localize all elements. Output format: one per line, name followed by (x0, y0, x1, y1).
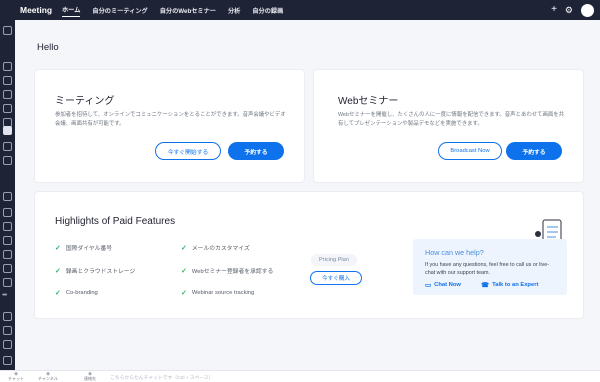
chat-now-label: Chat Now (434, 282, 461, 288)
check-icon: ✓ (181, 290, 187, 297)
feature-label: 国際ダイヤル番号 (65, 246, 113, 252)
channel-tab-label: チャンネル (38, 376, 58, 381)
nav-my-recordings[interactable]: 自分の録画 (252, 4, 283, 17)
chat-input[interactable]: こちらからたんチャットです（Ctrl + スペース） (110, 374, 213, 381)
plus-icon[interactable]: + (551, 3, 557, 17)
main-nav: ホーム 自分のミーティング 自分のWebセミナー 分析 自分の録画 (62, 3, 283, 17)
help-description: If you have any questions, feel free to … (425, 262, 550, 276)
feature-item: ✓ 国際ダイヤル番号 (55, 243, 113, 253)
check-icon: ✓ (55, 267, 61, 275)
link-icon[interactable] (3, 62, 12, 71)
message-icon[interactable] (3, 222, 12, 231)
zoom-icon[interactable] (3, 326, 12, 335)
chat-tab[interactable]: ◆ チャット (4, 372, 28, 381)
feature-item: ✓ Co-branding (55, 289, 98, 297)
nav-my-webinars[interactable]: 自分のWebセミナー (160, 4, 216, 17)
help-icon[interactable] (3, 340, 12, 349)
webinar-icon[interactable] (3, 126, 12, 135)
webinar-card-description: Webセミナーを開催し、たくさんの人に一度に情報を配信できます。音声とあわせて画… (338, 112, 565, 127)
home-icon[interactable] (3, 26, 12, 35)
talk-to-expert-label: Talk to an Expert (492, 282, 539, 288)
feature-item: ✓ Webinar source tracking (181, 289, 254, 297)
main-content: Hello ミーティング 参加者を招待して、オンラインでコミュニケーションをとる… (15, 20, 600, 370)
bottom-chat-bar: ◆ チャット ◆ チャンネル ◆ 連絡先 こちらからたんチャットです（Ctrl … (0, 370, 600, 382)
buy-now-button[interactable]: 今すぐ購入 (310, 271, 362, 285)
webinar-card: Webセミナー Webセミナーを開催し、たくさんの人に一度に情報を配信できます。… (313, 69, 584, 183)
calendar-icon[interactable] (3, 104, 12, 113)
contacts-tab[interactable]: ◆ 連絡先 (78, 372, 102, 381)
pricing-plan-label: Pricing Plan (311, 254, 357, 266)
list-icon[interactable] (3, 156, 12, 165)
app-logo[interactable]: Meeting (20, 5, 60, 15)
help-panel: How can we help? If you have any questio… (413, 239, 567, 295)
contacts-tab-label: 連絡先 (84, 376, 96, 381)
nav-analytics[interactable]: 分析 (228, 4, 240, 17)
webinar-card-title: Webセミナー (338, 96, 399, 107)
top-navigation-bar: Meeting ホーム 自分のミーティング 自分のWebセミナー 分析 自分の録… (0, 0, 600, 20)
user-icon[interactable] (3, 76, 12, 85)
feature-label: Webinar source tracking (191, 290, 255, 296)
feature-label: メールのカスタマイズ (191, 246, 250, 252)
nav-my-meetings[interactable]: 自分のミーティング (92, 4, 147, 17)
avatar[interactable] (581, 3, 594, 17)
collapse-icon[interactable] (3, 356, 12, 365)
check-icon: ✓ (181, 267, 187, 275)
more-icon[interactable]: ••• (2, 292, 7, 299)
record-icon[interactable] (3, 236, 12, 245)
page-title: Hello (37, 42, 59, 53)
chat-now-link[interactable]: ▭ Chat Now (425, 281, 461, 289)
schedule-meeting-button[interactable]: 予約する (228, 142, 284, 160)
left-sidebar: ••• (0, 20, 15, 370)
table-icon[interactable] (3, 264, 12, 273)
highlights-card: Highlights of Paid Features ✓ 国際ダイヤル番号 ✓… (34, 191, 584, 319)
feature-item: ✓ メールのカスタマイズ (181, 243, 250, 253)
meeting-card: ミーティング 参加者を招待して、オンラインでコミュニケーションをとることができま… (34, 69, 305, 183)
meeting-card-description: 参加者を招待して、オンラインでコミュニケーションをとることができます。音声会議や… (55, 112, 286, 127)
chat-icon: ▭ (425, 282, 432, 289)
check-icon: ✓ (181, 244, 187, 252)
feature-label: Co-branding (65, 290, 98, 296)
edit-icon[interactable] (3, 312, 12, 321)
integration-icon[interactable] (3, 278, 12, 287)
gear-icon[interactable]: ⚙ (565, 3, 573, 17)
check-icon: ✓ (55, 290, 61, 297)
feature-item: ✓ Webセミナー登録者を承認する (181, 266, 274, 276)
grid-icon[interactable] (3, 250, 12, 259)
start-meeting-button[interactable]: 今すぐ開始する (155, 142, 221, 160)
channel-tab[interactable]: ◆ チャンネル (36, 372, 60, 381)
folder-icon[interactable] (3, 142, 12, 151)
highlights-title: Highlights of Paid Features (55, 216, 176, 227)
talk-to-expert-link[interactable]: ☎ Talk to an Expert (481, 281, 538, 289)
settings-icon[interactable] (3, 90, 12, 99)
chat-tab-label: チャット (8, 376, 24, 381)
help-title: How can we help? (425, 248, 484, 257)
feature-label: Webセミナー登録者を承認する (191, 269, 274, 275)
analytics-icon[interactable] (3, 208, 12, 217)
check-icon: ✓ (55, 244, 61, 252)
feature-item: ✓ 録画とクラウドストレージ (55, 266, 136, 276)
topbar-actions: + ⚙ (551, 3, 594, 17)
feature-label: 録画とクラウドストレージ (65, 269, 136, 275)
phone-icon: ☎ (481, 282, 490, 289)
nav-home[interactable]: ホーム (62, 3, 81, 17)
broadcast-now-button[interactable]: Broadcast Now (438, 142, 502, 160)
schedule-webinar-button[interactable]: 予約する (506, 142, 562, 160)
meeting-card-title: ミーティング (55, 96, 115, 107)
chart-icon[interactable] (3, 192, 12, 201)
